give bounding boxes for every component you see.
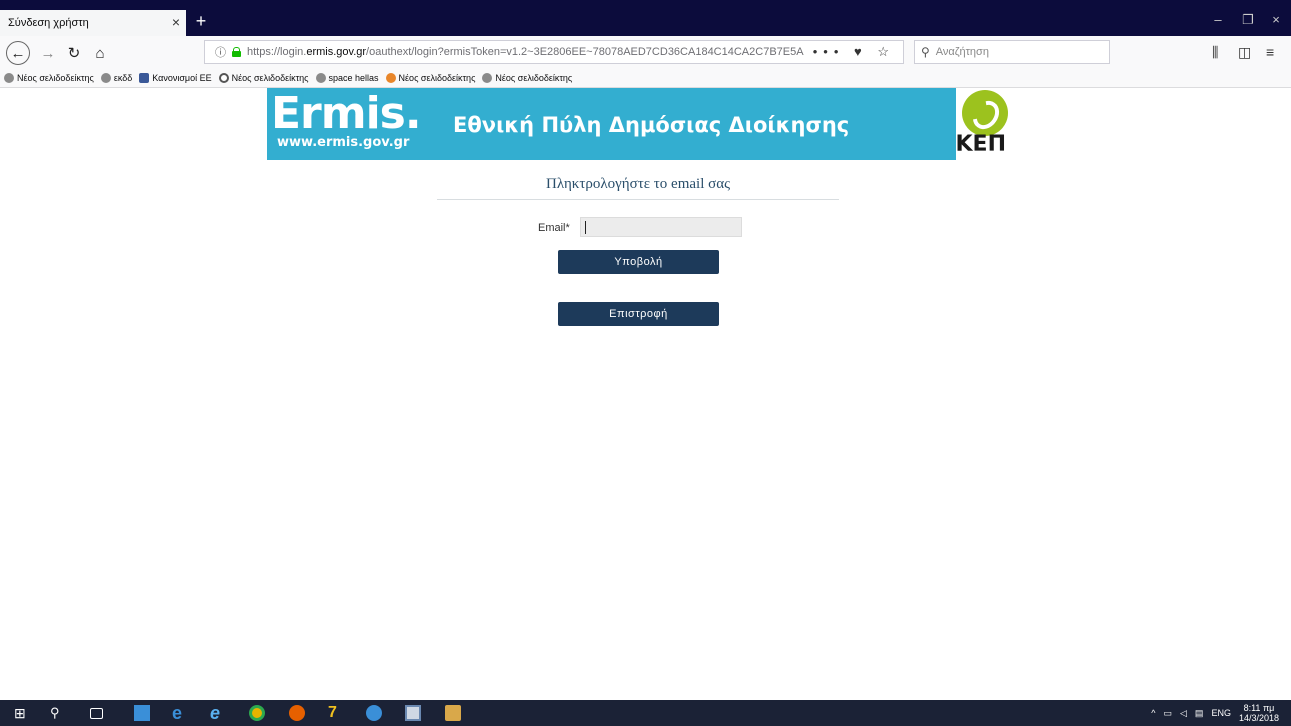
phone-icon xyxy=(962,90,1008,136)
bookmark-item[interactable]: Νέος σελιδοδείκτης xyxy=(4,73,94,83)
language-indicator[interactable]: ENG xyxy=(1211,708,1231,718)
7zip-icon[interactable]: 7 xyxy=(328,705,344,721)
back-button[interactable]: ← xyxy=(6,41,30,65)
leaf-icon xyxy=(385,73,396,83)
submit-button[interactable]: Υποβολή xyxy=(558,250,719,274)
photo-icon[interactable] xyxy=(445,705,461,721)
internet-explorer-icon[interactable]: e xyxy=(210,704,226,722)
bookmark-item[interactable]: Νέος σελιδοδείκτης xyxy=(385,73,475,83)
maximize-button[interactable]: ❐ xyxy=(1233,12,1263,28)
windows-taskbar: ⊞ ⚲ e e 7 ^ ▭ ◁ ▤ ENG 8:11 πμ 14/3/2018 xyxy=(0,700,1291,726)
url-text[interactable]: https://login.ermis.gov.gr/oauthext/logi… xyxy=(247,46,827,58)
bookmark-item[interactable]: Κανονισμοί ΕΕ xyxy=(139,73,212,83)
back-button[interactable]: Επιστροφή xyxy=(558,302,719,326)
back-arrow-icon: ← xyxy=(6,41,30,65)
close-window-button[interactable]: × xyxy=(1261,12,1291,27)
volume-icon[interactable]: ◁ xyxy=(1180,708,1187,719)
menu-icon[interactable]: ≡ xyxy=(1266,44,1274,60)
new-tab-button[interactable]: + xyxy=(190,11,212,33)
bookmarks-toolbar: Νέος σελιδοδείκτης εκδδ Κανονισμοί ΕΕ Νέ… xyxy=(0,69,1291,88)
text-caret xyxy=(585,221,586,234)
search-bar[interactable]: ⚲ Αναζήτηση xyxy=(914,40,1110,64)
globe-icon xyxy=(482,73,493,83)
time: 8:11 πμ xyxy=(1243,703,1275,713)
home-icon[interactable]: ⌂ xyxy=(88,41,112,65)
lock-icon[interactable] xyxy=(232,47,241,57)
nav-toolbar: ← → ↻ ⌂ ⓘ https://login.ermis.gov.gr/oau… xyxy=(0,36,1291,69)
document-icon[interactable] xyxy=(405,705,421,721)
clock[interactable]: 8:11 πμ 14/3/2018 xyxy=(1239,703,1279,723)
chevron-up-icon[interactable]: ^ xyxy=(1151,708,1155,718)
keyboard-icon[interactable]: ▤ xyxy=(1195,708,1204,719)
kep-logo: ΚΕΠ xyxy=(956,88,1024,160)
close-tab-icon[interactable]: × xyxy=(172,15,180,29)
reload-icon[interactable]: ↻ xyxy=(62,41,86,65)
sidebar-icon[interactable]: ◫ xyxy=(1238,44,1251,61)
network-icon[interactable]: ▭ xyxy=(1163,708,1172,719)
ermis-logo[interactable]: Ermis. xyxy=(271,92,422,136)
tab-strip: Σύνδεση χρήστη × + – ❐ × xyxy=(0,0,1291,36)
tab-active[interactable]: Σύνδεση χρήστη × xyxy=(0,10,186,36)
header-banner: Ermis. www.ermis.gov.gr Εθνική Πύλη Δημό… xyxy=(267,88,1024,160)
search-icon: ⚲ xyxy=(921,45,930,59)
email-label: Email* xyxy=(538,222,570,234)
ermis-url: www.ermis.gov.gr xyxy=(277,135,410,150)
file-explorer-icon[interactable] xyxy=(134,705,150,721)
edge-icon[interactable]: e xyxy=(172,704,188,722)
bookmark-item[interactable]: space hellas xyxy=(315,73,379,83)
form-title: Πληκτρολογήστε το email σας xyxy=(545,176,731,192)
portal-title: Εθνική Πύλη Δημόσιας Διοίκησης xyxy=(453,113,850,137)
bookmark-item[interactable]: εκδδ xyxy=(100,73,132,83)
tab-title: Σύνδεση χρήστη xyxy=(8,17,89,29)
page-actions-icons[interactable]: ••• ♥ ☆ xyxy=(813,44,895,60)
search-icon[interactable]: ⚲ xyxy=(50,705,66,721)
globe-icon xyxy=(4,73,14,83)
info-icon[interactable]: ⓘ xyxy=(215,44,226,60)
bookmark-item[interactable]: Νέος σελιδοδείκτης xyxy=(482,73,572,83)
app-icon[interactable] xyxy=(366,705,382,721)
task-view-icon[interactable] xyxy=(90,708,103,719)
windows-start-icon[interactable]: ⊞ xyxy=(14,705,30,721)
divider xyxy=(437,199,839,200)
circle-icon xyxy=(218,73,229,83)
system-tray: ^ ▭ ◁ ▤ ENG 8:11 πμ 14/3/2018 xyxy=(1151,700,1291,726)
search-placeholder: Αναζήτηση xyxy=(935,46,989,58)
chat-icon xyxy=(139,73,150,83)
minimize-button[interactable]: – xyxy=(1203,12,1233,27)
forward-icon[interactable]: → xyxy=(36,41,60,65)
date: 14/3/2018 xyxy=(1238,713,1279,723)
globe-icon xyxy=(100,73,111,83)
kep-text: ΚΕΠ xyxy=(955,132,1007,157)
url-bar[interactable]: ⓘ https://login.ermis.gov.gr/oauthext/lo… xyxy=(204,40,904,64)
firefox-icon[interactable] xyxy=(289,705,305,721)
library-icon[interactable]: ⫼ xyxy=(1212,44,1218,61)
bookmark-item[interactable]: Νέος σελιδοδείκτης xyxy=(218,73,309,83)
chrome-icon[interactable] xyxy=(249,705,265,721)
email-field[interactable] xyxy=(580,217,742,237)
globe-icon xyxy=(315,73,326,83)
